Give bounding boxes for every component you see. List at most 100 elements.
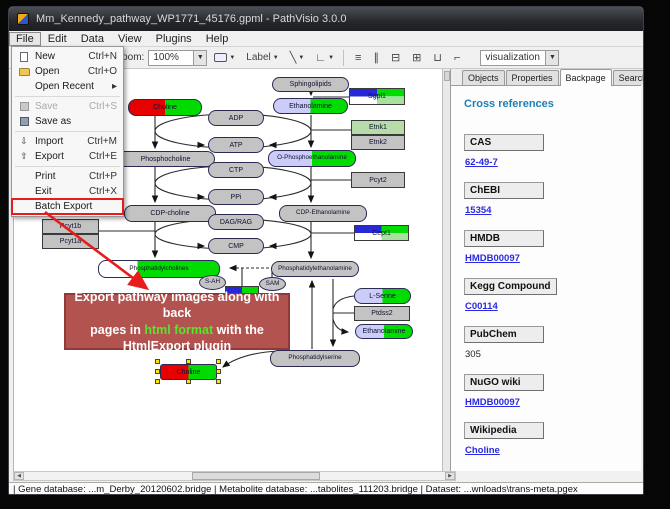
node-sgpl1[interactable]: Sgpl1: [349, 88, 405, 105]
chevron-down-icon[interactable]: ▼: [229, 55, 235, 61]
node-ppi[interactable]: PPi: [208, 189, 264, 205]
node-cept1[interactable]: Cept1: [354, 225, 409, 241]
selection-handle[interactable]: [155, 369, 160, 374]
group-icon[interactable]: ⌐: [454, 52, 460, 64]
line-tool-button[interactable]: ╲ ▼: [286, 49, 309, 67]
zoom-combobox[interactable]: 100% ▼: [148, 50, 207, 66]
panel-splitter[interactable]: [442, 69, 451, 471]
chevron-down-icon[interactable]: ▼: [545, 51, 558, 65]
node-l-serine[interactable]: L-Serine: [354, 288, 411, 304]
link-hmdb[interactable]: HMDB00097: [465, 253, 520, 264]
menu-data[interactable]: Data: [74, 32, 111, 46]
stack-icon[interactable]: ⊔: [433, 51, 442, 64]
connector-tool-button[interactable]: ∟ ▼: [311, 49, 338, 67]
node-atp[interactable]: ATP: [208, 137, 264, 153]
node-ctp[interactable]: CTP: [208, 162, 264, 178]
node-ptdss2[interactable]: Ptdss2: [354, 306, 410, 321]
menu-item-export[interactable]: ⇧ ExportCtrl+E: [12, 149, 123, 164]
menu-item-open-recent[interactable]: Open Recent▸: [12, 79, 123, 94]
menu-item-save: SaveCtrl+S: [12, 99, 123, 114]
save-icon: [20, 102, 29, 111]
menu-item-open[interactable]: OpenCtrl+O: [12, 64, 123, 79]
horizontal-scrollbar[interactable]: ◀ ▶: [13, 471, 456, 481]
node-ethanolamine-bottom[interactable]: Ethanolamine: [355, 324, 413, 339]
node-sphingolipids[interactable]: Sphingolipids: [272, 77, 349, 92]
distribute-vertical-icon[interactable]: ⊞: [412, 51, 421, 64]
menu-separator: [15, 166, 120, 167]
scroll-right-icon[interactable]: ▶: [445, 472, 455, 480]
menu-item-print[interactable]: PrintCtrl+P: [12, 169, 123, 184]
link-kegg[interactable]: C00114: [465, 301, 498, 312]
annotation-callout: Export pathway images along with back pa…: [64, 293, 290, 350]
tab-backpage[interactable]: Backpage: [560, 69, 612, 86]
node-phosphatidylethanolamine[interactable]: Phosphatidylethanolamine: [271, 261, 359, 277]
menu-item-batch-export[interactable]: Batch Export: [12, 199, 123, 214]
selection-handle[interactable]: [186, 379, 191, 384]
node-phosphocholine[interactable]: Phosphocholine: [116, 151, 215, 167]
chevron-down-icon[interactable]: ▼: [273, 55, 279, 61]
tab-search[interactable]: Search: [613, 70, 644, 85]
annotation-line2: pages in html format with the: [90, 322, 264, 338]
link-wikipedia[interactable]: Choline: [465, 445, 500, 456]
menu-edit[interactable]: Edit: [41, 32, 74, 46]
menu-item-new[interactable]: NewCtrl+N: [12, 49, 123, 64]
menu-item-save-as[interactable]: Save as: [12, 114, 123, 129]
selection-handle[interactable]: [216, 359, 221, 364]
node-phosphatidylcholines[interactable]: Phosphatidylcholines: [98, 260, 220, 278]
node-etnk1[interactable]: Etnk1: [351, 120, 405, 135]
node-adp[interactable]: ADP: [208, 110, 264, 126]
scroll-left-icon[interactable]: ◀: [14, 472, 24, 480]
node-pcyt2[interactable]: Pcyt2: [351, 172, 405, 188]
node-phosphatidylserine[interactable]: Phosphatidylserine: [270, 350, 360, 367]
label-button[interactable]: Label ▼: [242, 49, 282, 67]
align-vertical-icon[interactable]: ∥: [373, 51, 379, 64]
menu-bar: File Edit Data View Plugins Help: [9, 31, 644, 47]
selection-handle[interactable]: [186, 359, 191, 364]
node-cmp[interactable]: CMP: [208, 238, 264, 254]
node-pcyt1a[interactable]: Pcyt1a: [42, 234, 99, 249]
tab-properties[interactable]: Properties: [506, 70, 559, 85]
node-choline-selected[interactable]: Choline: [160, 364, 217, 380]
node-cdp-choline[interactable]: CDP-choline: [124, 205, 216, 222]
backpage-content[interactable]: Cross references CAS 62-49-7 ChEBI 15354…: [451, 86, 641, 471]
node-etnk2[interactable]: Etnk2: [351, 135, 405, 150]
selection-handle[interactable]: [216, 369, 221, 374]
cross-references-heading: Cross references: [464, 98, 641, 110]
zoom-value: 100%: [149, 52, 193, 63]
selection-handle[interactable]: [155, 359, 160, 364]
node-pcyt1b[interactable]: Pcyt1b: [42, 219, 99, 234]
menu-file[interactable]: File: [9, 32, 41, 46]
node-o-phosphoethanolamine[interactable]: O-Phosphoethanolamine: [268, 150, 356, 167]
section-header-wikipedia: Wikipedia: [464, 422, 544, 439]
node-s-ah[interactable]: S-AH: [199, 275, 226, 290]
menu-item-import[interactable]: ⇩ ImportCtrl+M: [12, 134, 123, 149]
distribute-horizontal-icon[interactable]: ⊟: [391, 51, 400, 64]
new-file-icon: [20, 52, 28, 62]
side-panel-tabs: Objects Properties Backpage Search Legen…: [451, 69, 641, 86]
link-chebi[interactable]: 15354: [465, 205, 491, 216]
link-nugo[interactable]: HMDB00097: [465, 397, 520, 408]
node-choline-top[interactable]: Choline: [128, 99, 202, 116]
node-cdp-ethanolamine[interactable]: CDP-Ethanolamine: [279, 205, 367, 222]
visualization-combobox[interactable]: visualization ▼: [480, 50, 559, 66]
menu-item-exit[interactable]: ExitCtrl+X: [12, 184, 123, 199]
selection-handle[interactable]: [155, 379, 160, 384]
menu-help[interactable]: Help: [199, 32, 236, 46]
link-cas[interactable]: 62-49-7: [465, 157, 498, 168]
scrollbar-thumb[interactable]: [192, 472, 320, 480]
expression-data-heading: Expression data: [464, 470, 641, 471]
visualization-value: visualization: [481, 52, 545, 63]
tab-objects[interactable]: Objects: [462, 70, 505, 85]
gene-node-button[interactable]: ▼: [210, 49, 239, 67]
selection-handle[interactable]: [216, 379, 221, 384]
splitter-handle-icon[interactable]: [444, 71, 450, 81]
menu-plugins[interactable]: Plugins: [149, 32, 199, 46]
chevron-down-icon[interactable]: ▼: [298, 55, 304, 61]
title-bar[interactable]: Mm_Kennedy_pathway_WP1771_45176.gpml - P…: [9, 7, 644, 31]
menu-view[interactable]: View: [111, 32, 149, 46]
align-horizontal-icon[interactable]: ≡: [355, 52, 361, 64]
node-dag[interactable]: DAG/RAG: [208, 214, 264, 230]
node-ethanolamine-top[interactable]: Ethanolamine: [273, 98, 348, 114]
chevron-down-icon[interactable]: ▼: [328, 55, 334, 61]
chevron-down-icon[interactable]: ▼: [193, 51, 206, 65]
